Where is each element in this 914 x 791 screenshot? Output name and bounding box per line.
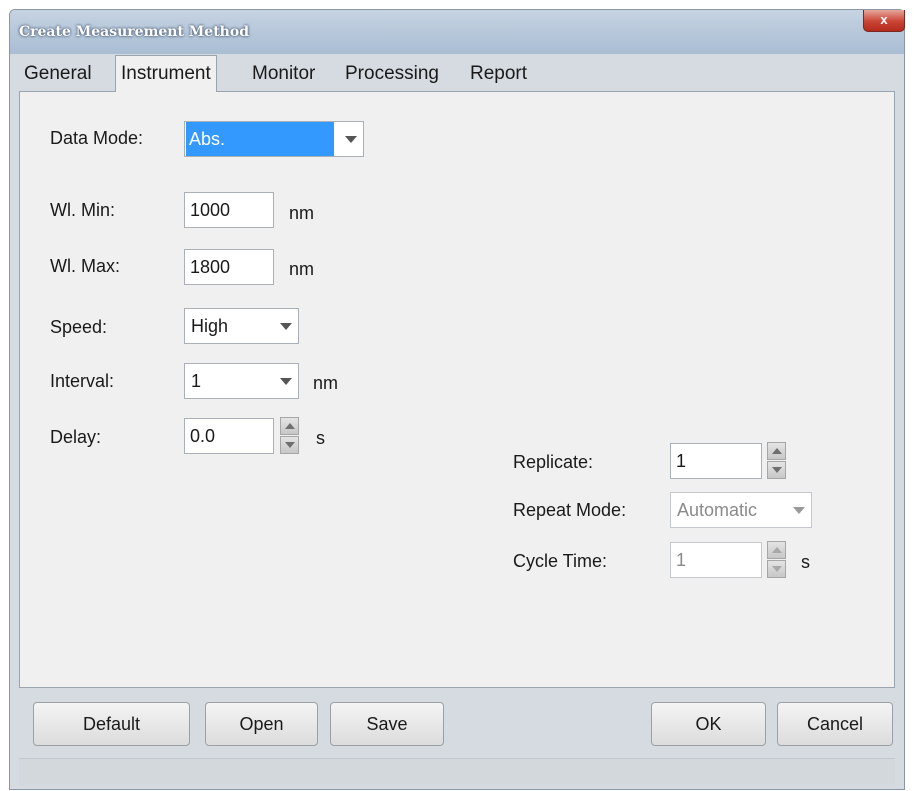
window-title: Create Measurement Method <box>19 24 249 40</box>
speed-select[interactable]: High <box>184 308 299 344</box>
tab-bar: General Instrument Monitor Processing Re… <box>19 55 895 92</box>
default-button[interactable]: Default <box>33 702 190 746</box>
repeat-mode-label: Repeat Mode: <box>513 500 627 520</box>
tab-instrument[interactable]: Instrument <box>115 55 217 92</box>
cycle-time-spinner[interactable] <box>767 541 786 579</box>
delay-label: Delay: <box>50 427 102 447</box>
wl-max-input[interactable]: 1800 <box>184 249 274 285</box>
delay-unit: s <box>316 428 325 448</box>
speed-label: Speed: <box>50 317 108 337</box>
data-mode-label: Data Mode: <box>50 128 144 148</box>
wl-max-unit: nm <box>289 259 315 279</box>
cycle-time-unit: s <box>801 552 810 572</box>
title-bar[interactable]: Create Measurement Method x <box>10 10 905 54</box>
spin-up-icon[interactable] <box>767 541 786 559</box>
interval-value: 1 <box>191 371 202 391</box>
spin-up-icon[interactable] <box>280 417 299 435</box>
chevron-down-icon <box>793 507 805 514</box>
cancel-button[interactable]: Cancel <box>777 702 893 746</box>
instrument-panel <box>19 91 895 688</box>
tab-general[interactable]: General <box>19 57 97 91</box>
interval-label: Interval: <box>50 371 115 391</box>
tab-report[interactable]: Report <box>465 57 532 91</box>
tab-monitor[interactable]: Monitor <box>247 57 320 91</box>
save-button[interactable]: Save <box>330 702 444 746</box>
wl-min-input[interactable]: 1000 <box>184 192 274 228</box>
speed-value: High <box>191 316 229 336</box>
spin-down-icon[interactable] <box>280 436 299 454</box>
spin-up-icon[interactable] <box>767 442 786 460</box>
data-mode-select[interactable]: Abs. <box>184 121 364 157</box>
wl-max-label: Wl. Max: <box>50 256 120 276</box>
cycle-time-label: Cycle Time: <box>513 551 608 571</box>
interval-unit: nm <box>313 373 339 393</box>
status-bar <box>19 758 895 786</box>
cycle-time-input[interactable]: 1 <box>670 542 762 578</box>
wl-min-label: Wl. Min: <box>50 200 115 220</box>
spin-down-icon[interactable] <box>767 560 786 578</box>
wl-min-unit: nm <box>289 203 315 223</box>
replicate-spinner[interactable] <box>767 442 786 480</box>
data-mode-value: Abs. <box>186 122 334 156</box>
tab-processing[interactable]: Processing <box>340 57 444 91</box>
repeat-mode-value: Automatic <box>677 500 758 520</box>
interval-select[interactable]: 1 <box>184 363 299 399</box>
open-button[interactable]: Open <box>205 702 318 746</box>
delay-input[interactable]: 0.0 <box>184 418 274 454</box>
delay-spinner[interactable] <box>280 417 299 455</box>
replicate-input[interactable]: 1 <box>670 443 762 479</box>
chevron-down-icon <box>345 136 357 143</box>
chevron-down-icon <box>280 378 292 385</box>
replicate-label: Replicate: <box>513 452 594 472</box>
ok-button[interactable]: OK <box>651 702 766 746</box>
chevron-down-icon <box>280 323 292 330</box>
close-button[interactable]: x <box>863 10 905 32</box>
repeat-mode-select[interactable]: Automatic <box>670 492 812 528</box>
spin-down-icon[interactable] <box>767 461 786 479</box>
